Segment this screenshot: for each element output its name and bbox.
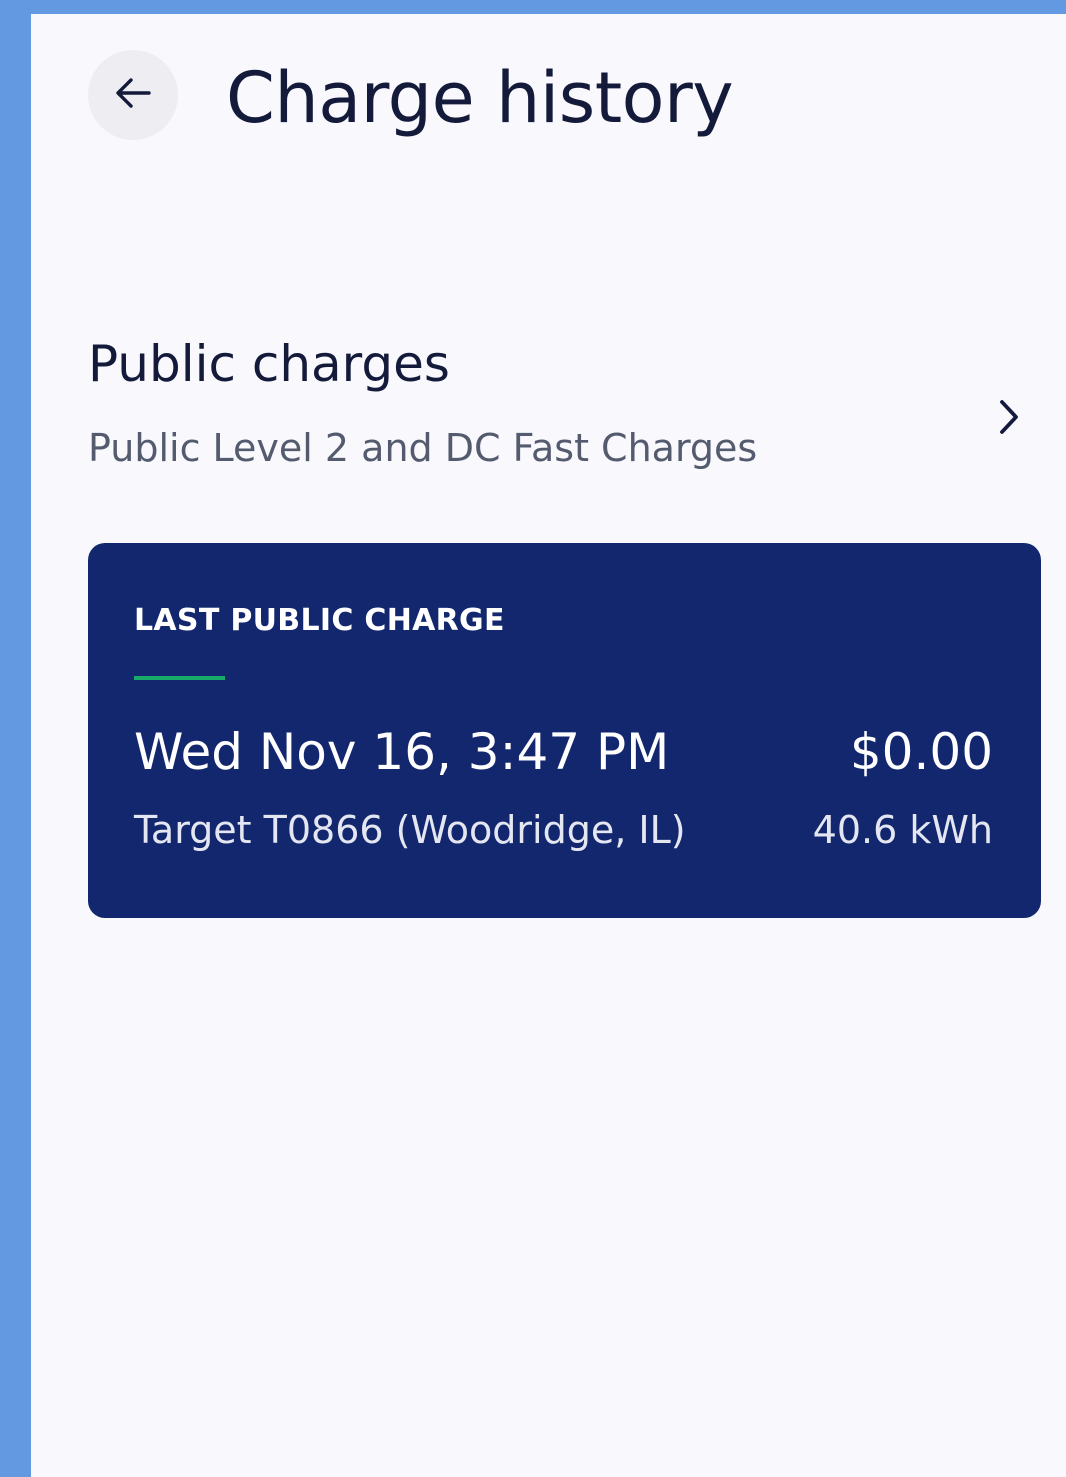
last-public-charge-card[interactable]: LAST PUBLIC CHARGE Wed Nov 16, 3:47 PM $… [88,543,1041,918]
chevron-right-icon [992,396,1022,442]
arrow-left-icon [111,71,155,119]
public-charges-title: Public charges [88,335,450,393]
public-charges-row[interactable]: Public charges Public Level 2 and DC Fas… [88,334,1038,484]
charge-location: Target T0866 (Woodridge, IL) [134,808,686,852]
charge-datetime: Wed Nov 16, 3:47 PM [134,723,670,781]
card-label: LAST PUBLIC CHARGE [134,603,505,638]
page-title: Charge history [226,57,734,139]
charge-energy: 40.6 kWh [812,808,993,852]
back-button[interactable] [88,50,178,140]
charge-cost: $0.00 [849,723,993,781]
public-charges-subtitle: Public Level 2 and DC Fast Charges [88,426,758,470]
charge-history-screen: Charge history Public charges Public Lev… [31,14,1066,1477]
card-accent-divider [134,676,225,680]
